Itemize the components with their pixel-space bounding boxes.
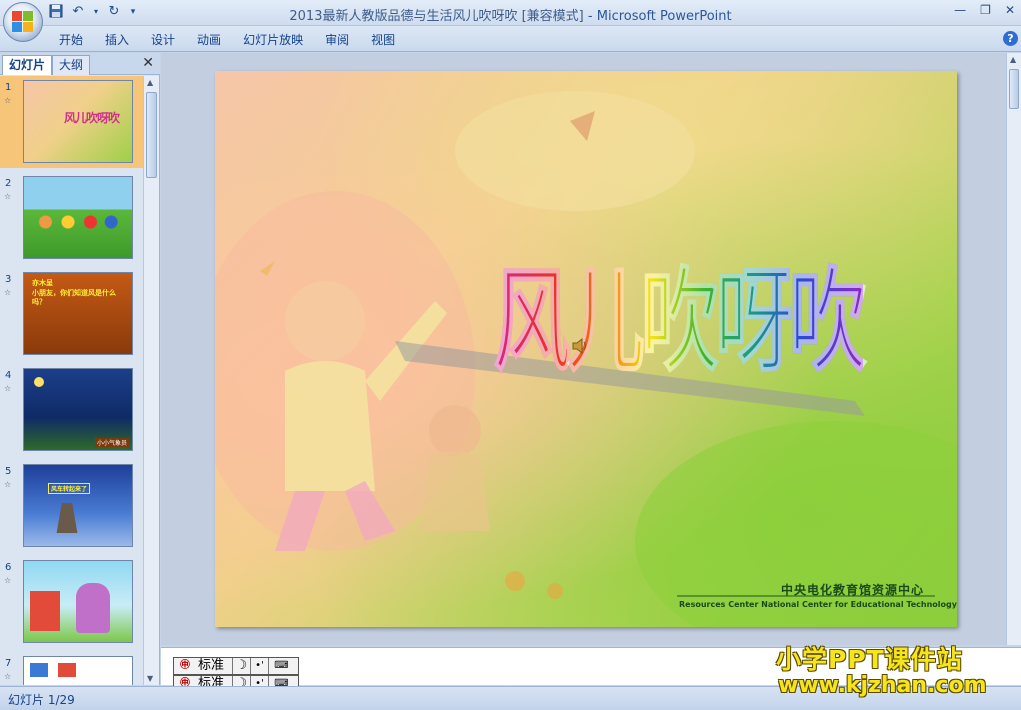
slide-title[interactable]: 风儿吹呀吹 (492, 231, 893, 416)
tab-home[interactable]: 开始 (48, 31, 94, 49)
child-picture (76, 583, 110, 633)
ime-halfwidth-icon[interactable]: ☽ (232, 658, 250, 674)
window-title: 2013最新人教版品德与生活风儿吹呀吹 [兼容模式] - Microsoft P… (0, 5, 1021, 24)
slide-1-preview: 风儿吹呀吹 (23, 80, 133, 163)
close-pane-icon[interactable]: ✕ (142, 55, 154, 71)
building-picture (30, 591, 60, 631)
kite-picture (30, 663, 48, 677)
slide-5-preview: 风车转起来了 (23, 464, 133, 547)
animation-icon: ☆ (4, 480, 12, 489)
slide-number: 7 (5, 658, 12, 669)
title-separator: - (583, 9, 597, 24)
slides-pane: 幻灯片 大纲 ✕ 1 ☆ 风儿吹呀吹 2 ☆ 3 ☆ 亦木呈 小朋友，你们知道风… (0, 53, 160, 685)
slide-thumbnail-2[interactable]: 2 ☆ (0, 172, 143, 264)
close-icon[interactable]: ✕ (1005, 3, 1015, 17)
animation-icon: ☆ (4, 96, 12, 105)
kite-picture (58, 663, 76, 677)
watermark-site-name: 小学PPT课件站 (776, 645, 963, 674)
slide-number: 3 (5, 274, 12, 285)
scroll-up-icon[interactable]: ▲ (147, 78, 153, 87)
speaker-icon[interactable] (571, 337, 589, 355)
office-logo-icon (12, 11, 34, 33)
thumb-text: 风车转起来了 (48, 483, 91, 494)
pane-tabs: 幻灯片 大纲 ✕ (0, 53, 160, 75)
scroll-up-icon[interactable]: ▲ (1010, 55, 1016, 64)
tab-outline[interactable]: 大纲 (52, 55, 91, 75)
animation-icon: ☆ (4, 672, 12, 681)
thumb-title: 风儿吹呀吹 (64, 111, 120, 125)
restore-icon[interactable]: ❐ (980, 3, 991, 17)
thumb-text-2: 小朋友，你们知道风是什么吗？ (32, 289, 116, 306)
current-slide[interactable]: 风儿吹呀吹 中央电化教育馆资源中心 Resources Center Natio… (215, 71, 957, 627)
slide-6-preview (23, 560, 133, 643)
windmill-picture (56, 503, 78, 533)
org-name-en: Resources Center National Center for Edu… (679, 600, 957, 609)
scrollbar-thumb[interactable] (1009, 69, 1019, 109)
thumb-text-1: 亦木呈 (32, 279, 53, 287)
tab-slideshow[interactable]: 幻灯片放映 (232, 31, 314, 49)
slide-2-preview (23, 176, 133, 259)
org-name-cn: 中央电化教育馆资源中心 (781, 583, 925, 597)
slide-editing-area: 风儿吹呀吹 中央电化教育馆资源中心 Resources Center Natio… (161, 53, 1006, 645)
slide-number: 2 (5, 178, 12, 189)
slides-pane-scrollbar[interactable]: ▲ ▼ (143, 76, 159, 685)
slide-number: 6 (5, 562, 12, 573)
ime-toolbar[interactable]: ㊥ 标准 ☽ •' ⌨ (173, 657, 299, 675)
ime-keyboard-icon[interactable]: ⌨ (268, 658, 294, 674)
slide-thumbnail-1[interactable]: 1 ☆ 风儿吹呀吹 (0, 76, 143, 168)
slide-thumbnail-list: 1 ☆ 风儿吹呀吹 2 ☆ 3 ☆ 亦木呈 小朋友，你们知道风是什么吗？ 4 ☆… (0, 76, 143, 685)
ribbon: 开始 插入 设计 动画 幻灯片放映 审阅 视图 ? (0, 26, 1021, 52)
tab-animations[interactable]: 动画 (186, 31, 232, 49)
slide-title-text: 风儿吹呀吹 (492, 189, 867, 457)
animation-icon: ☆ (4, 384, 12, 393)
scroll-down-icon[interactable]: ▼ (147, 674, 153, 683)
slide-3-preview: 亦木呈 小朋友，你们知道风是什么吗？ (23, 272, 133, 355)
title-bar: ↶ ▾ ↻ ▾ 2013最新人教版品德与生活风儿吹呀吹 [兼容模式] - Mic… (0, 0, 1021, 26)
tab-insert[interactable]: 插入 (94, 31, 140, 49)
watermark-url: www.kjzhan.com (778, 673, 987, 698)
moon-picture (34, 377, 44, 387)
slide-7-preview (23, 656, 133, 685)
application-name: Microsoft PowerPoint (596, 9, 732, 24)
help-icon[interactable]: ? (1003, 31, 1018, 46)
tab-design[interactable]: 设计 (140, 31, 186, 49)
tab-slides[interactable]: 幻灯片 (2, 55, 53, 75)
kids-picture (32, 207, 122, 237)
office-button[interactable] (3, 2, 43, 42)
slide-thumbnail-7[interactable]: 7 ☆ (0, 652, 143, 685)
tab-review[interactable]: 审阅 (314, 31, 360, 49)
slide-number: 5 (5, 466, 12, 477)
window-controls: — ❐ ✕ (954, 3, 1015, 17)
ime-punctuation-icon[interactable]: •' (250, 658, 268, 674)
animation-icon: ☆ (4, 192, 12, 201)
document-title: 2013最新人教版品德与生活风儿吹呀吹 [兼容模式] (289, 9, 584, 24)
ime-mode-label[interactable]: 标准 (196, 658, 232, 674)
ribbon-tabs: 开始 插入 设计 动画 幻灯片放映 审阅 视图 (48, 31, 406, 49)
slide-4-preview: 小小气象员 (23, 368, 133, 451)
ime-logo-icon[interactable]: ㊥ (174, 658, 196, 674)
animation-icon: ☆ (4, 576, 12, 585)
main-scrollbar[interactable]: ▲ (1006, 53, 1021, 645)
thumb-text: 小小气象员 (94, 438, 129, 447)
slide-thumbnail-6[interactable]: 6 ☆ (0, 556, 143, 648)
slide-thumbnail-3[interactable]: 3 ☆ 亦木呈 小朋友，你们知道风是什么吗？ (0, 268, 143, 360)
slide-thumbnail-4[interactable]: 4 ☆ 小小气象员 (0, 364, 143, 456)
tab-view[interactable]: 视图 (360, 31, 406, 49)
minimize-icon[interactable]: — (954, 3, 966, 17)
slide-number: 4 (5, 370, 12, 381)
scrollbar-thumb[interactable] (146, 92, 157, 178)
slide-number: 1 (5, 82, 12, 93)
slide-counter: 幻灯片 1/29 (8, 693, 75, 707)
slide-thumbnail-5[interactable]: 5 ☆ 风车转起来了 (0, 460, 143, 552)
animation-icon: ☆ (4, 288, 12, 297)
